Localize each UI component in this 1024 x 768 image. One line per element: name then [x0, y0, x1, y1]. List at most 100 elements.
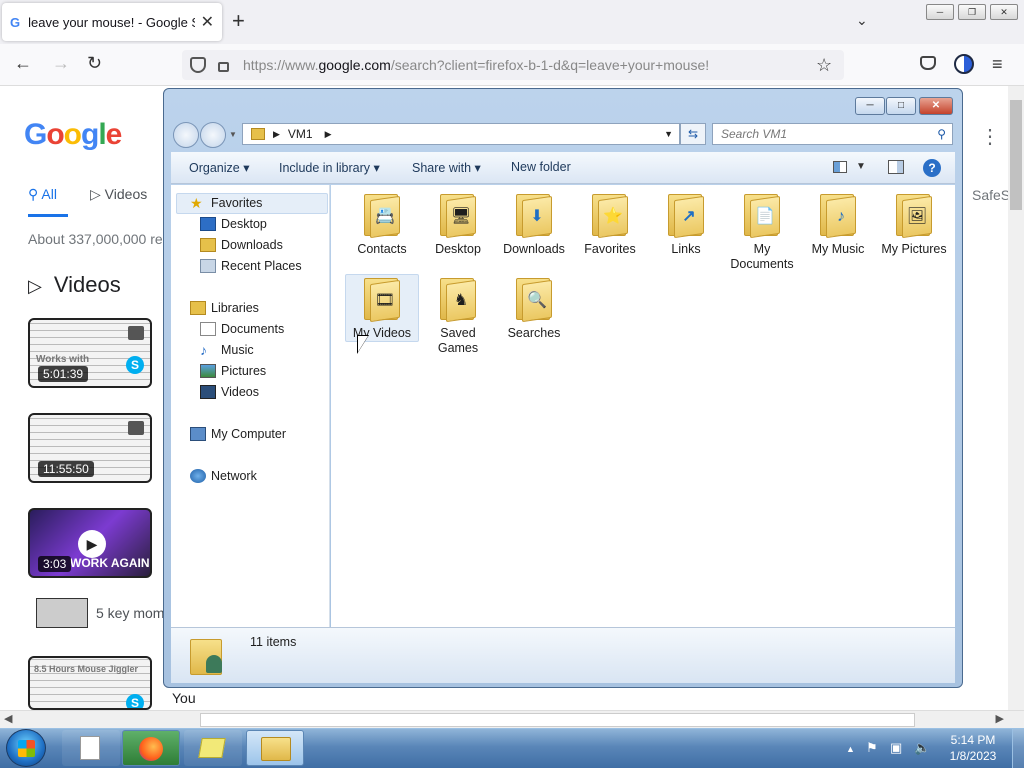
nav-item-music[interactable]: ♪ Music [200, 343, 254, 357]
nav-item-recent-places[interactable]: Recent Places [200, 259, 302, 273]
nav-item-libraries[interactable]: Libraries [190, 301, 259, 315]
show-hidden-icons-icon[interactable]: ▲ [846, 744, 855, 754]
address-dropdown-icon[interactable]: ▼ [664, 129, 673, 139]
pictures-icon [200, 364, 216, 378]
system-clock[interactable]: 5:14 PM 1/8/2023 [940, 732, 1006, 764]
folder-links[interactable]: ↗ Links [648, 192, 724, 257]
organize-button[interactable]: Organize ▾ [189, 160, 249, 175]
searches-folder-icon: 🔍 [514, 276, 554, 323]
sticky-notes-icon [198, 738, 226, 758]
nav-item-network[interactable]: Network [190, 469, 257, 483]
safesearch-label[interactable]: SafeS [972, 187, 1010, 203]
folder-saved-games[interactable]: ♞ Saved Games [420, 276, 496, 356]
explorer-minimize-button[interactable]: ─ [855, 97, 885, 115]
back-arrow-icon[interactable]: ← [14, 53, 32, 74]
help-icon[interactable]: ? [923, 159, 941, 177]
preview-pane-icon[interactable] [888, 160, 904, 174]
play-box-icon: ▷ [28, 276, 42, 296]
google-logo[interactable]: Google [24, 118, 122, 152]
bookmark-star-icon[interactable]: ☆ [816, 55, 832, 76]
nav-item-videos[interactable]: Videos [200, 385, 259, 399]
explorer-back-button[interactable] [173, 122, 199, 148]
show-desktop-button[interactable] [1012, 729, 1024, 768]
folder-favorites[interactable]: ⭐ Favorites [572, 192, 648, 257]
search-icon[interactable]: ⚲ [937, 127, 946, 141]
tab-videos[interactable]: ▷ Videos [90, 186, 147, 203]
pocket-icon[interactable] [920, 56, 936, 70]
folder-contacts[interactable]: 📇 Contacts [344, 192, 420, 257]
reload-icon[interactable]: ↻ [87, 53, 102, 74]
links-folder-icon: ↗ [666, 192, 706, 239]
folder-my-music[interactable]: ♪ My Music [800, 192, 876, 257]
browser-restore-button[interactable]: ❐ [958, 4, 986, 20]
scroll-left-icon[interactable]: ◀ [4, 712, 12, 725]
taskbar-notepad[interactable] [62, 730, 120, 766]
browser-tab[interactable]: G leave your mouse! - Google Sea ✕ [2, 3, 222, 41]
search-box[interactable]: Search VM1 ⚲ [712, 123, 953, 145]
scroll-right-icon[interactable]: ▶ [996, 712, 1004, 725]
nav-item-downloads[interactable]: Downloads [200, 238, 283, 252]
favorites-folder-icon: ⭐ [590, 192, 630, 239]
new-folder-button[interactable]: New folder [511, 160, 571, 174]
video-thumbnail[interactable]: Works with S 5:01:39 [28, 318, 152, 388]
lock-icon[interactable] [218, 62, 229, 72]
breadcrumb-chevron-icon[interactable]: ▶ [325, 129, 332, 140]
list-all-tabs-chevron-icon[interactable]: ⌄ [856, 12, 868, 29]
explorer-close-button[interactable]: ✕ [919, 97, 953, 115]
browser-close-button[interactable]: ✕ [990, 4, 1018, 20]
nav-item-my-computer[interactable]: My Computer [190, 427, 286, 441]
breadcrumb-vm1[interactable]: VM1 [288, 127, 313, 141]
hamburger-menu-icon[interactable]: ≡ [992, 54, 1003, 75]
start-button[interactable] [6, 729, 46, 767]
close-tab-icon[interactable]: ✕ [201, 12, 214, 32]
new-tab-button[interactable]: + [232, 10, 245, 32]
scrollbar-thumb[interactable] [200, 713, 915, 727]
account-icon[interactable] [954, 54, 974, 74]
share-with-button[interactable]: Share with ▾ [412, 160, 481, 175]
forward-arrow-icon[interactable]: → [52, 53, 70, 74]
taskbar-sticky-notes[interactable] [184, 730, 242, 766]
nav-item-documents[interactable]: Documents [200, 322, 284, 336]
video-thumbnail[interactable]: ▶ WORK AGAIN 3:03 [28, 508, 152, 578]
folder-my-pictures[interactable]: 🖼 My Pictures [876, 192, 952, 257]
folder-searches[interactable]: 🔍 Searches [496, 276, 572, 341]
video-title[interactable]: 5 key mom [96, 605, 164, 621]
picture-in-picture-icon [128, 326, 144, 340]
video-thumbnail[interactable]: 8.5 Hours Mouse Jiggler S [28, 656, 152, 710]
include-in-library-button[interactable]: Include in library ▾ [279, 160, 380, 175]
folder-downloads[interactable]: ⬇ Downloads [496, 192, 572, 257]
folder-my-documents[interactable]: 📄 My Documents [724, 192, 800, 272]
taskbar-explorer[interactable] [246, 730, 304, 766]
refresh-icon[interactable]: ⇆ [680, 123, 706, 145]
change-view-icon[interactable] [833, 161, 847, 173]
video-thumbnail[interactable] [36, 598, 88, 628]
url-bar[interactable]: https://www.google.com/search?client=fir… [182, 50, 844, 80]
saved-games-folder-icon: ♞ [438, 276, 478, 323]
address-bar[interactable]: ▶ VM1 ▶ ▼ [242, 123, 680, 145]
downloads-folder-icon: ⬇ [514, 192, 554, 239]
view-options-chevron-icon[interactable]: ▼ [856, 161, 866, 172]
nav-item-desktop[interactable]: Desktop [200, 217, 267, 231]
folder-desktop[interactable]: 🖥 Desktop [420, 192, 496, 257]
document-icon [80, 736, 100, 760]
breadcrumb-chevron-icon[interactable]: ▶ [273, 129, 280, 140]
tab-all-underline [28, 214, 68, 217]
nav-item-pictures[interactable]: Pictures [200, 364, 266, 378]
result-stats: About 337,000,000 re [28, 231, 163, 247]
explorer-maximize-button[interactable]: □ [886, 97, 916, 115]
recent-pages-chevron-icon[interactable]: ▼ [229, 130, 237, 139]
network-status-icon[interactable]: ▣ [890, 740, 902, 756]
tab-all[interactable]: ⚲ All [28, 186, 57, 203]
tracking-shield-icon[interactable] [190, 57, 206, 73]
nav-item-favorites[interactable]: ★ Favorites [190, 196, 262, 210]
volume-icon[interactable]: 🔈 [914, 740, 930, 756]
scrollbar-thumb[interactable] [1010, 100, 1022, 210]
explorer-forward-button[interactable] [200, 122, 226, 148]
folder-my-videos[interactable]: 🎞 My Videos [344, 276, 420, 341]
horizontal-scrollbar[interactable]: ◀ ▶ [0, 710, 1024, 728]
action-center-icon[interactable]: ⚑ [866, 740, 878, 756]
my-videos-folder-icon: 🎞 [362, 276, 402, 323]
taskbar-firefox[interactable] [122, 730, 180, 766]
video-thumbnail[interactable]: 11:55:50 [28, 413, 152, 483]
browser-minimize-button[interactable]: ─ [926, 4, 954, 20]
